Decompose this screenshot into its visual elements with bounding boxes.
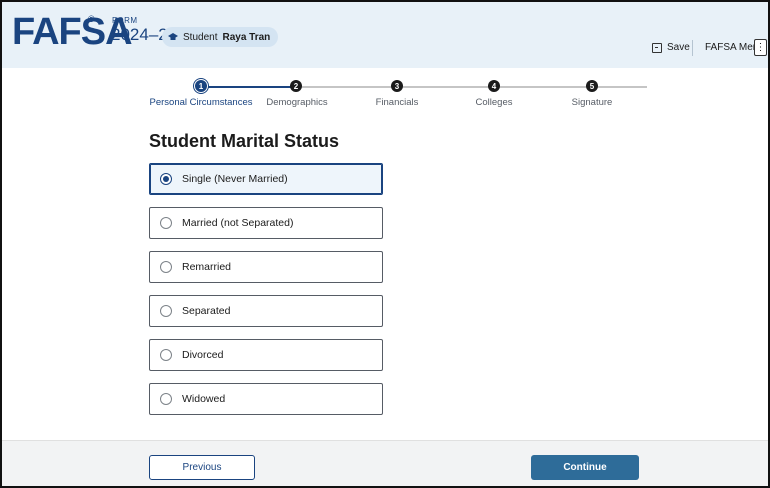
step-5-label: Signature bbox=[571, 97, 613, 108]
step-5-marker: 5 bbox=[586, 80, 598, 92]
option-label: Married (not Separated) bbox=[182, 217, 294, 229]
step-2-marker: 2 bbox=[290, 80, 302, 92]
graduation-cap-icon bbox=[168, 33, 178, 40]
previous-button[interactable]: Previous bbox=[149, 455, 255, 480]
radio-unselected[interactable] bbox=[160, 305, 172, 317]
site-header: FAFSA ® FORM 2024–25 Student Raya Tran S… bbox=[2, 2, 768, 68]
step-4-label: Colleges bbox=[475, 97, 513, 108]
page-title: Student Marital Status bbox=[149, 131, 340, 151]
save-label: Save bbox=[667, 42, 690, 53]
progress-stepper: 1 2 3 4 5 Personal Circumstances Demogra… bbox=[147, 80, 647, 110]
option-label: Divorced bbox=[182, 349, 224, 361]
option-label: Widowed bbox=[182, 393, 226, 405]
step-4-marker: 4 bbox=[488, 80, 500, 92]
radio-unselected[interactable] bbox=[160, 393, 172, 405]
header-divider bbox=[692, 40, 693, 56]
option-label: Separated bbox=[182, 305, 231, 317]
option-label: Single (Never Married) bbox=[182, 173, 288, 185]
registered-mark: ® bbox=[88, 14, 95, 24]
option-label: Remarried bbox=[182, 261, 232, 273]
stepper-track-complete bbox=[197, 86, 294, 88]
option-widowed[interactable]: Widowed bbox=[149, 383, 383, 415]
option-divorced[interactable]: Divorced bbox=[149, 339, 383, 371]
step-3-marker: 3 bbox=[391, 80, 403, 92]
save-button[interactable]: Save bbox=[652, 42, 690, 53]
app-frame: FAFSA ® FORM 2024–25 Student Raya Tran S… bbox=[0, 0, 770, 488]
student-badge: Student Raya Tran bbox=[162, 27, 279, 47]
radio-unselected[interactable] bbox=[160, 261, 172, 273]
kebab-menu-icon[interactable]: ⋮ bbox=[754, 39, 767, 56]
option-married[interactable]: Married (not Separated) bbox=[149, 207, 383, 239]
step-1-label: Personal Circumstances bbox=[149, 97, 253, 108]
continue-button[interactable]: Continue bbox=[531, 455, 639, 480]
option-remarried[interactable]: Remarried bbox=[149, 251, 383, 283]
form-label: FORM bbox=[112, 16, 138, 25]
option-single[interactable]: Single (Never Married) bbox=[149, 163, 383, 195]
step-2-label: Demographics bbox=[266, 97, 328, 108]
student-prefix: Student bbox=[183, 31, 218, 43]
step-3-label: Financials bbox=[375, 97, 419, 108]
option-separated[interactable]: Separated bbox=[149, 295, 383, 327]
radio-selected[interactable] bbox=[160, 173, 172, 185]
student-name: Raya Tran bbox=[222, 31, 271, 43]
radio-unselected[interactable] bbox=[160, 349, 172, 361]
save-icon bbox=[652, 42, 662, 53]
step-1-marker: 1 bbox=[195, 80, 207, 92]
radio-unselected[interactable] bbox=[160, 217, 172, 229]
page-footer bbox=[2, 440, 768, 486]
